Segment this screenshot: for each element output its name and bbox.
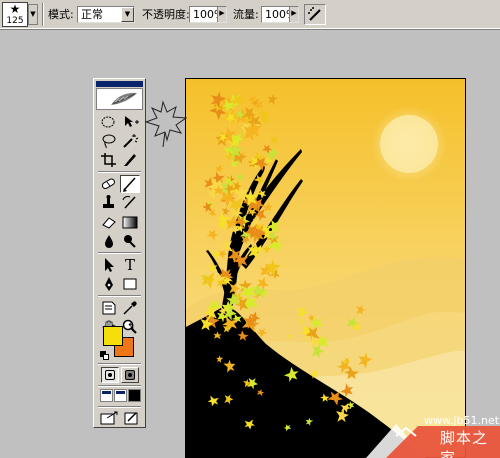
pen-tool[interactable] <box>99 275 119 293</box>
watermark-text: 脚本之家 <box>440 429 489 458</box>
dodge-icon <box>124 235 136 248</box>
slice-icon <box>124 154 136 166</box>
jump-to-icon <box>100 411 118 425</box>
toolbox-logo[interactable] <box>96 88 143 110</box>
pen-icon <box>105 277 113 291</box>
brush-tip-icon: ★ <box>9 2 21 16</box>
watermark-url: www.jb51.net <box>424 414 500 427</box>
foreground-color-swatch[interactable] <box>103 326 123 346</box>
healing-brush-tool[interactable] <box>99 175 119 193</box>
brush-icon <box>123 177 136 192</box>
standard-screen-mode-button[interactable] <box>100 389 113 402</box>
toolbox-divider <box>98 385 141 387</box>
window-icon <box>102 391 111 394</box>
slice-tool[interactable] <box>120 151 140 169</box>
clone-stamp-icon <box>103 195 114 208</box>
magic-wand-icon <box>123 134 139 148</box>
crop-icon <box>101 153 116 167</box>
shape-icon <box>123 278 137 290</box>
flow-label: 流量: <box>233 8 259 21</box>
toolbox: T ↰ <box>93 78 146 428</box>
toolbox-divider <box>98 252 141 254</box>
notes-tool[interactable] <box>99 299 119 317</box>
default-colors-icon[interactable] <box>100 351 109 360</box>
opacity-field[interactable]: 100% ▶ <box>189 6 227 23</box>
standard-mode-icon <box>105 370 115 380</box>
clone-stamp-tool[interactable] <box>99 194 119 212</box>
brush-size-label: 125 <box>6 16 24 26</box>
shape-tool[interactable] <box>120 275 140 293</box>
feather-logo-icon <box>111 92 137 105</box>
type-tool[interactable]: T <box>120 256 140 274</box>
lasso-tool[interactable] <box>99 132 119 150</box>
history-brush-tool[interactable] <box>120 194 140 212</box>
blur-tool[interactable] <box>99 232 119 250</box>
toolbox-title-bar[interactable] <box>96 81 143 87</box>
dodge-tool[interactable] <box>120 232 140 250</box>
toolbox-divider <box>98 295 141 297</box>
imageready-icon <box>124 412 138 425</box>
maple-leaf-brush-cursor <box>143 100 189 151</box>
mode-label: 模式: <box>48 8 74 21</box>
toolbox-divider <box>98 171 141 173</box>
path-selection-icon <box>105 258 114 272</box>
quick-mask-icon <box>125 370 135 380</box>
mode-select[interactable]: 正常 ▼ <box>77 6 135 23</box>
blur-icon <box>105 235 113 248</box>
crop-tool[interactable] <box>99 151 119 169</box>
full-screen-menu-mode-button[interactable] <box>114 389 127 402</box>
quick-mask-mode-button[interactable] <box>121 367 139 383</box>
eraser-tool[interactable] <box>99 213 119 231</box>
chevron-down-icon[interactable]: ▼ <box>121 7 134 22</box>
jump-to-imageready-button[interactable] <box>99 409 121 427</box>
edit-in-imageready-button[interactable] <box>122 409 142 427</box>
marquee-tool[interactable] <box>99 113 119 131</box>
lasso-icon <box>102 134 116 149</box>
autumn-scene-image <box>186 79 465 457</box>
brush-preset-dropdown-button[interactable]: ▼ <box>28 4 38 25</box>
magic-wand-tool[interactable] <box>120 132 140 150</box>
eyedropper-tool[interactable] <box>120 299 140 317</box>
move-tool[interactable] <box>120 113 140 131</box>
eyedropper-icon <box>123 301 137 315</box>
options-separator <box>42 3 44 26</box>
move-icon <box>125 116 139 127</box>
eraser-icon <box>102 217 116 229</box>
window-icon <box>130 391 139 394</box>
window-icon <box>116 391 125 394</box>
gradient-icon <box>122 216 138 229</box>
mode-value: 正常 <box>81 8 103 21</box>
history-brush-icon <box>122 196 136 209</box>
options-bar: ★ 125 ▼ 模式: 正常 ▼ 不透明度: 100% ▶ 流量: 100% ▶ <box>0 0 500 30</box>
airbrush-icon <box>308 7 321 21</box>
brush-tool[interactable] <box>120 175 140 193</box>
notes-icon <box>102 301 116 315</box>
marquee-icon <box>101 116 115 128</box>
swap-colors-icon[interactable]: ↰ <box>127 323 135 333</box>
flow-slider-arrow-icon[interactable]: ▶ <box>289 7 298 22</box>
brush-preset-picker[interactable]: ★ 125 <box>2 2 28 27</box>
standard-mode-button[interactable] <box>101 367 119 383</box>
opacity-label: 不透明度: <box>142 8 190 21</box>
maple-leaf-cursor-icon <box>144 100 188 148</box>
path-selection-tool[interactable] <box>99 256 119 274</box>
opacity-slider-arrow-icon[interactable]: ▶ <box>217 7 226 22</box>
airbrush-toggle[interactable] <box>304 4 326 25</box>
full-screen-mode-button[interactable] <box>128 389 141 402</box>
document-canvas[interactable] <box>185 78 466 458</box>
gradient-tool[interactable] <box>120 213 140 231</box>
toolbox-divider <box>98 363 141 365</box>
healing-brush-icon <box>101 178 115 189</box>
flow-field[interactable]: 100% ▶ <box>261 6 299 23</box>
toolbox-divider <box>98 406 141 408</box>
